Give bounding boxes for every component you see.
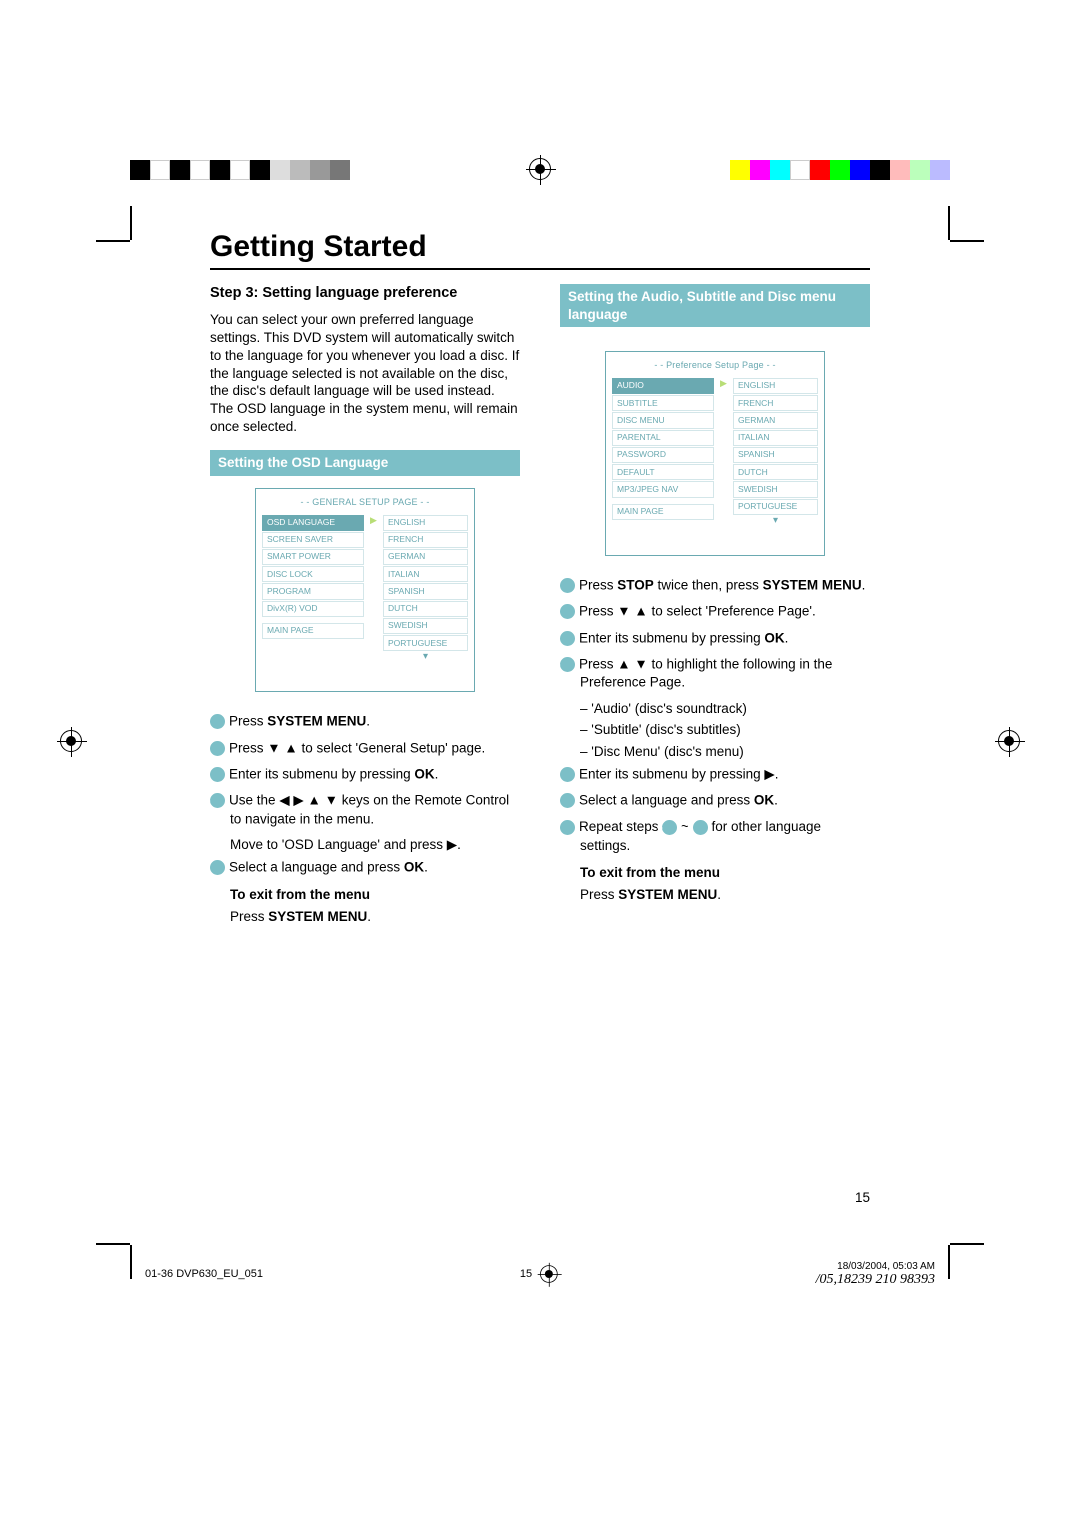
step-number-icon: 2 xyxy=(210,741,225,756)
osd-item: SCREEN SAVER xyxy=(262,532,364,548)
step-4-item: – 'Audio' (disc's soundtrack) xyxy=(580,700,870,718)
step-3: 3Enter its submenu by pressing OK. xyxy=(560,629,870,647)
exit-body: Press SYSTEM MENU. xyxy=(230,908,520,926)
osd-item: AUDIO xyxy=(612,378,714,394)
osd-lang: FRENCH xyxy=(733,395,818,411)
osd-item: SMART POWER xyxy=(262,549,364,565)
step-5: 5Select a language and press OK. xyxy=(210,858,520,876)
step-4: 4Press ▲ ▼ to highlight the following in… xyxy=(560,655,870,692)
osd-lang: ITALIAN xyxy=(383,566,468,582)
step-1: 1Press STOP twice then, press SYSTEM MEN… xyxy=(560,576,870,594)
step-number-icon: 2 xyxy=(560,604,575,619)
scroll-down-icon: ▾ xyxy=(733,514,818,527)
exit-heading: To exit from the menu xyxy=(580,864,870,882)
step-6: 6Select a language and press OK. xyxy=(560,791,870,809)
step-number-icon: 4 xyxy=(560,657,575,672)
scroll-down-icon: ▾ xyxy=(383,650,468,663)
osd-lang: SPANISH xyxy=(733,447,818,463)
osd-language-bar: Setting the OSD Language xyxy=(210,450,520,476)
osd-lang: GERMAN xyxy=(383,549,468,565)
osd-item: DISC MENU xyxy=(612,412,714,428)
step-number-icon: 4 xyxy=(662,820,677,835)
osd-item: MP3/JPEG NAV xyxy=(612,481,714,497)
osd-lang: SWEDISH xyxy=(733,481,818,497)
osd-item: PARENTAL xyxy=(612,430,714,446)
osd-preference-setup-diagram: - - Preference Setup Page - - AUDIO SUBT… xyxy=(605,351,825,556)
osd-lang: PORTUGUESE xyxy=(733,499,818,515)
osd-item: PASSWORD xyxy=(612,447,714,463)
osd-lang: FRENCH xyxy=(383,532,468,548)
osd-lang: ENGLISH xyxy=(733,378,818,394)
step-4-item: – 'Subtitle' (disc's subtitles) xyxy=(580,721,870,739)
osd-item: OSD LANGUAGE xyxy=(262,515,364,531)
right-column: Setting the Audio, Subtitle and Disc men… xyxy=(560,284,870,930)
osd-item: DEFAULT xyxy=(612,464,714,480)
step-number-icon: 5 xyxy=(210,860,225,875)
step-4-sub: Move to 'OSD Language' and press ▶. xyxy=(230,836,520,854)
footer-filename: 01-36 DVP630_EU_051 xyxy=(145,1268,263,1280)
page-title: Getting Started xyxy=(210,230,870,264)
osd-lang: DUTCH xyxy=(383,601,468,617)
step-7: 7Repeat steps 4 ~ 6 for other language s… xyxy=(560,818,870,855)
step-number-icon: 6 xyxy=(693,820,708,835)
step3-heading: Step 3: Setting language preference xyxy=(210,284,520,303)
colorbar-right xyxy=(730,160,950,180)
exit-heading: To exit from the menu xyxy=(230,886,520,904)
step-1: 1Press SYSTEM MENU. xyxy=(210,712,520,730)
left-column: Step 3: Setting language preference You … xyxy=(210,284,520,930)
colorbar-left xyxy=(130,160,350,180)
osd-title: - - GENERAL SETUP PAGE - - xyxy=(262,497,468,509)
footer-timestamp: 18/03/2004, 05:03 AM xyxy=(837,1261,935,1272)
step-number-icon: 1 xyxy=(560,578,575,593)
page-number: 15 xyxy=(855,1190,870,1205)
step-number-icon: 4 xyxy=(210,793,225,808)
crop-mark-icon xyxy=(890,180,950,240)
osd-title: - - Preference Setup Page - - xyxy=(612,360,818,372)
title-rule xyxy=(210,268,870,270)
step-number-icon: 7 xyxy=(560,820,575,835)
page-body: Getting Started Step 3: Setting language… xyxy=(210,230,870,930)
step-number-icon: 3 xyxy=(560,631,575,646)
registration-target-icon xyxy=(60,730,82,752)
osd-item: DivX(R) VOD xyxy=(262,601,364,617)
osd-item: SUBTITLE xyxy=(612,395,714,411)
pointer-icon: ▶ xyxy=(368,515,379,527)
audio-subtitle-bar: Setting the Audio, Subtitle and Disc men… xyxy=(560,284,870,327)
step-5: 5Enter its submenu by pressing ▶. xyxy=(560,765,870,783)
crop-mark-icon xyxy=(130,180,190,240)
step-4: 4Use the ◀ ▶ ▲ ▼ keys on the Remote Cont… xyxy=(210,791,520,828)
osd-main-page: MAIN PAGE xyxy=(262,623,364,639)
osd-general-setup-diagram: - - GENERAL SETUP PAGE - - OSD LANGUAGE … xyxy=(255,488,475,693)
osd-lang: PORTUGUESE xyxy=(383,635,468,651)
step-number-icon: 3 xyxy=(210,767,225,782)
osd-item: DISC LOCK xyxy=(262,566,364,582)
osd-main-page: MAIN PAGE xyxy=(612,504,714,520)
step-2: 2Press ▼ ▲ to select 'Preference Page'. xyxy=(560,602,870,620)
pointer-icon: ▶ xyxy=(718,378,729,390)
step-number-icon: 6 xyxy=(560,793,575,808)
osd-item: PROGRAM xyxy=(262,583,364,599)
step-2: 2Press ▼ ▲ to select 'General Setup' pag… xyxy=(210,739,520,757)
intro-paragraph: You can select your own preferred langua… xyxy=(210,311,520,436)
exit-body: Press SYSTEM MENU. xyxy=(580,886,870,904)
osd-lang: GERMAN xyxy=(733,412,818,428)
osd-lang: ITALIAN xyxy=(733,430,818,446)
registration-target-icon xyxy=(540,1265,558,1283)
osd-lang: ENGLISH xyxy=(383,515,468,531)
step-3: 3Enter its submenu by pressing OK. xyxy=(210,765,520,783)
step-number-icon: 5 xyxy=(560,767,575,782)
footer-page: 15 xyxy=(520,1268,532,1280)
footer-id: /05,18239 210 98393 xyxy=(816,1272,935,1287)
step-4-item: – 'Disc Menu' (disc's menu) xyxy=(580,743,870,761)
osd-lang: SPANISH xyxy=(383,583,468,599)
osd-lang: DUTCH xyxy=(733,464,818,480)
registration-target-icon xyxy=(998,730,1020,752)
registration-target-icon xyxy=(529,158,551,180)
print-footer: 01-36 DVP630_EU_051 15 18/03/2004, 05:03… xyxy=(145,1260,935,1288)
step-number-icon: 1 xyxy=(210,714,225,729)
osd-lang: SWEDISH xyxy=(383,618,468,634)
